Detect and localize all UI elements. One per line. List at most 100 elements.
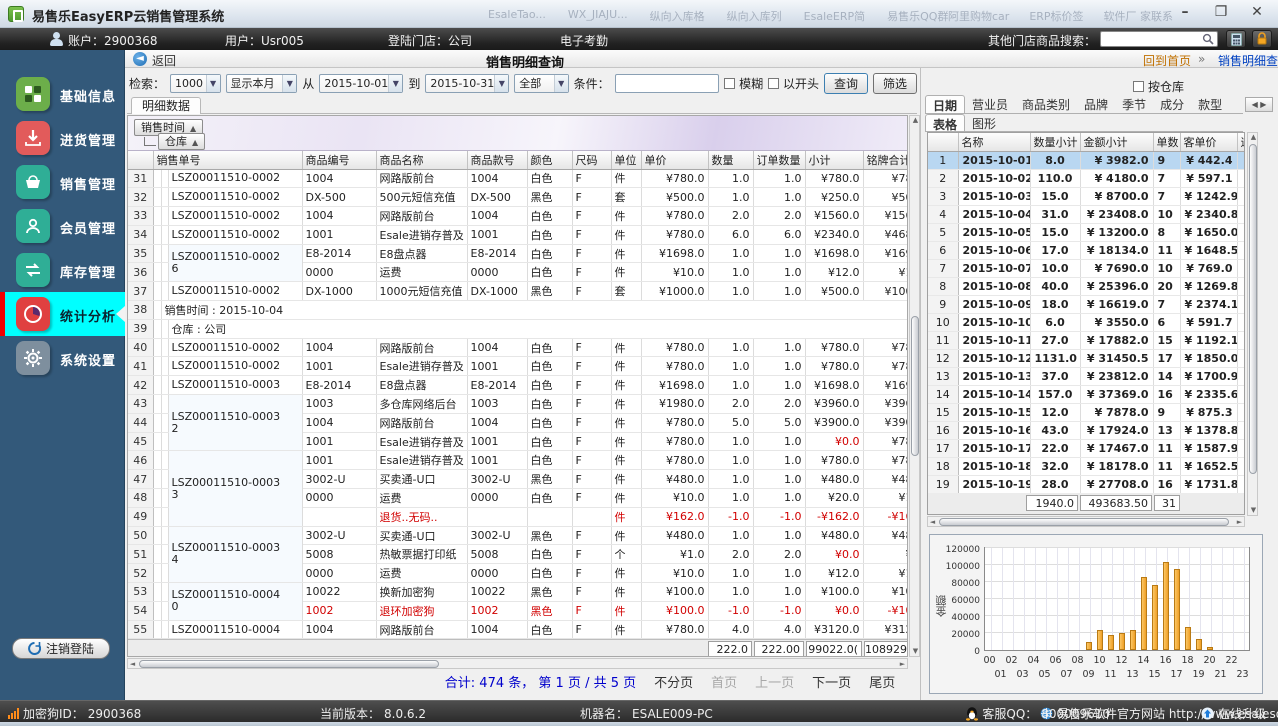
summary-row[interactable]: 17 2015-10-17 22.0 ¥ 17467.0 11 ¥ 1587.9	[928, 439, 1244, 458]
sidebar-item-settings[interactable]: 系统设置	[0, 336, 125, 380]
summary-row[interactable]: 4 2015-10-04 31.0 ¥ 23408.0 10 ¥ 2340.8	[928, 205, 1244, 224]
fuzzy-checkbox[interactable]	[724, 77, 736, 89]
summary-row[interactable]: 8 2015-10-08 40.0 ¥ 25396.0 20 ¥ 1269.8	[928, 277, 1244, 296]
column-header[interactable]: 商品款号	[467, 151, 528, 170]
grid-row[interactable]: 46 LSZ00011510-0003 3 1001 Esale进销存普及 1001 白色…	[128, 450, 907, 527]
group-row[interactable]: 38 销售时间 : 2015-10-04	[128, 300, 907, 320]
first-page-link[interactable]: 首页	[711, 672, 737, 691]
column-header[interactable]: 尺码	[572, 151, 612, 170]
sidebar-item-statistics[interactable]: 统计分析	[0, 292, 125, 336]
grid-row[interactable]: 34 LSZ00011510-0002 1001 Esale进销存普及 1001 白色 F 件…	[128, 225, 907, 245]
column-header[interactable]: 客单价	[1180, 133, 1238, 152]
tab-salesperson[interactable]: 营业员	[965, 95, 1015, 113]
summary-row[interactable]: 9 2015-10-09 18.0 ¥ 16619.0 7 ¥ 2374.1	[928, 295, 1244, 314]
grid-row[interactable]: 53 LSZ00011510-0004 0 10022 换新加密狗 10022 黑色 F 件 ¥…	[128, 582, 907, 621]
subtab-chart[interactable]: 图形	[965, 114, 1003, 131]
attendance-link[interactable]: 电子考勤	[560, 32, 608, 49]
column-header[interactable]: 名称	[958, 133, 1031, 152]
tab-brand[interactable]: 品牌	[1077, 95, 1115, 113]
by-warehouse-checkbox[interactable]	[1133, 81, 1144, 92]
summary-row[interactable]: 6 2015-10-06 17.0 ¥ 18134.0 11 ¥ 1648.5	[928, 241, 1244, 260]
summary-row[interactable]: 1 2015-10-01 8.0 ¥ 3982.0 9 ¥ 442.4	[928, 151, 1244, 170]
column-header[interactable]: 金额小计	[1080, 133, 1154, 152]
tab-scroll-buttons[interactable]: ◀ ▶	[1245, 97, 1273, 112]
column-header[interactable]: 小计	[805, 151, 864, 170]
column-header[interactable]: 数量小计	[1030, 133, 1081, 152]
lock-button[interactable]	[1252, 30, 1272, 48]
summary-vertical-scrollbar[interactable]: ▲ ▼	[1247, 132, 1258, 516]
column-header[interactable]: 单数	[1153, 133, 1181, 152]
search-input[interactable]	[1100, 31, 1218, 47]
grid-row[interactable]: 50 LSZ00011510-0003 4 3002-U 买卖通-U口 3002-U 黑色…	[128, 526, 907, 584]
grid-row[interactable]: 43 LSZ00011510-0003 2 1003 多仓库网络后台 1003 白色 F 件 ¥…	[128, 394, 907, 452]
sidebar-item-inventory[interactable]: 库存管理	[0, 248, 125, 292]
starts-with-checkbox[interactable]	[768, 77, 780, 89]
column-header[interactable]: 铭牌合计	[863, 151, 907, 170]
count-select[interactable]: 1000 ▼	[170, 73, 221, 93]
grid-row[interactable]: 55 LSZ00011510-0004 1004 网路版前台 1004 白色 F 件 ¥780.…	[128, 620, 907, 640]
sidebar-item-members[interactable]: 会员管理	[0, 204, 125, 248]
prev-page-link[interactable]: 上一页	[755, 672, 794, 691]
logout-button[interactable]: 注销登陆	[12, 638, 110, 659]
group-by-warehouse[interactable]: 仓库 ▲	[158, 133, 206, 150]
summary-row[interactable]: 11 2015-10-11 27.0 ¥ 17882.0 15 ¥ 1192.1	[928, 331, 1244, 350]
group-row[interactable]: 39 仓库 : 公司	[128, 319, 907, 339]
column-header[interactable]: 商品名称	[376, 151, 468, 170]
grid-row[interactable]: 35 LSZ00011510-0002 6 E8-2014 E8盘点器 E8-2014 白…	[128, 244, 907, 283]
close-button[interactable]: ✕	[1246, 4, 1268, 20]
summary-row[interactable]: 10 2015-10-10 6.0 ¥ 3550.0 6 ¥ 591.7	[928, 313, 1244, 332]
subtab-table[interactable]: 表格	[925, 114, 966, 132]
home-link[interactable]: 回到首页	[1143, 52, 1191, 69]
query-button[interactable]: 查询	[823, 72, 868, 94]
summary-row[interactable]: 5 2015-10-05 15.0 ¥ 13200.0 8 ¥ 1650.0	[928, 223, 1244, 242]
summary-row[interactable]: 18 2015-10-18 32.0 ¥ 18178.0 11 ¥ 1652.5	[928, 457, 1244, 476]
column-header[interactable]: 数量	[708, 151, 754, 170]
sidebar-item-sales[interactable]: 销售管理	[0, 160, 125, 204]
summary-row[interactable]: 15 2015-10-15 12.0 ¥ 7878.0 9 ¥ 875.3	[928, 403, 1244, 422]
minimize-button[interactable]: –	[1174, 4, 1196, 20]
column-header[interactable]: 订单数量	[753, 151, 806, 170]
sidebar-item-purchase[interactable]: 进货管理	[0, 116, 125, 160]
tab-composition[interactable]: 成分	[1153, 95, 1191, 113]
tab-date[interactable]: 日期	[925, 95, 966, 113]
summary-row[interactable]: 14 2015-10-14 157.0 ¥ 37369.0 16 ¥ 2335.6	[928, 385, 1244, 404]
summary-row[interactable]: 12 2015-10-12 1131.0 ¥ 31450.5 17 ¥ 1850.0	[928, 349, 1244, 368]
column-header[interactable]: 颜色	[527, 151, 573, 170]
summary-row[interactable]: 2 2015-10-02 110.0 ¥ 4180.0 7 ¥ 597.1	[928, 169, 1244, 188]
grid-row[interactable]: 32 LSZ00011510-0002 DX-500 500元短信充值 DX-500 黑色…	[128, 187, 907, 208]
tab-category[interactable]: 商品类别	[1015, 95, 1077, 113]
tab-detail-data[interactable]: 明细数据	[131, 97, 202, 114]
column-header[interactable]: 退	[1237, 133, 1244, 152]
summary-row[interactable]: 16 2015-10-16 43.0 ¥ 17924.0 13 ¥ 1378.8	[928, 421, 1244, 440]
grid-horizontal-scrollbar[interactable]: ◄ ►	[127, 658, 908, 669]
summary-horizontal-scrollbar[interactable]: ◄ ►	[927, 516, 1245, 527]
condition-input[interactable]	[614, 73, 720, 93]
summary-row[interactable]: 13 2015-10-13 37.0 ¥ 23812.0 14 ¥ 1700.9	[928, 367, 1244, 386]
back-button[interactable]: 返回	[152, 52, 176, 69]
tab-style[interactable]: 款型	[1191, 95, 1229, 113]
range-select[interactable]: 显示本月 ▼	[225, 73, 298, 93]
sidebar-item-basic-info[interactable]: 基础信息	[0, 72, 125, 116]
column-header[interactable]: 销售单号	[153, 151, 303, 170]
grid-row[interactable]: 40 LSZ00011510-0002 1004 网路版前台 1004 白色 F 件 ¥780.…	[128, 338, 907, 358]
grid-row[interactable]: 37 LSZ00011510-0002 DX-1000 1000元短信充值 DX-100…	[128, 281, 907, 302]
summary-row[interactable]: 3 2015-10-03 15.0 ¥ 8700.0 7 ¥ 1242.9	[928, 187, 1244, 206]
filter-button[interactable]: 筛选	[872, 72, 917, 94]
next-page-link[interactable]: 下一页	[812, 672, 851, 691]
grid-row[interactable]: 31 LSZ00011510-0002 1004 网路版前台 1004 白色 F 件 ¥780.…	[128, 169, 907, 189]
search-icon[interactable]	[1202, 33, 1214, 45]
column-header[interactable]: 商品编号	[302, 151, 377, 170]
back-icon[interactable]: ◄	[133, 52, 147, 66]
column-header[interactable]: 单位	[611, 151, 642, 170]
summary-row[interactable]: 19 2015-10-19 28.0 ¥ 27708.0 16 ¥ 1731.8	[928, 475, 1244, 494]
scope-select[interactable]: 全部 ▼	[514, 73, 569, 93]
date-to-select[interactable]: 2015-10-31 ▼	[425, 73, 510, 93]
tab-season[interactable]: 季节	[1115, 95, 1153, 113]
grid-row[interactable]: 42 LSZ00011510-0003 E8-2014 E8盘点器 E8-2014 白色 F…	[128, 375, 907, 396]
column-header[interactable]: 单价	[641, 151, 709, 170]
grid-row[interactable]: 33 LSZ00011510-0002 1004 网路版前台 1004 白色 F 件 ¥780.…	[128, 206, 907, 226]
no-paging-link[interactable]: 不分页	[654, 672, 693, 691]
summary-row[interactable]: 7 2015-10-07 10.0 ¥ 7690.0 10 ¥ 769.0	[928, 259, 1244, 278]
date-from-select[interactable]: 2015-10-01 ▼	[319, 73, 404, 93]
grid-vertical-scrollbar[interactable]: ▲ ▼	[909, 115, 920, 657]
